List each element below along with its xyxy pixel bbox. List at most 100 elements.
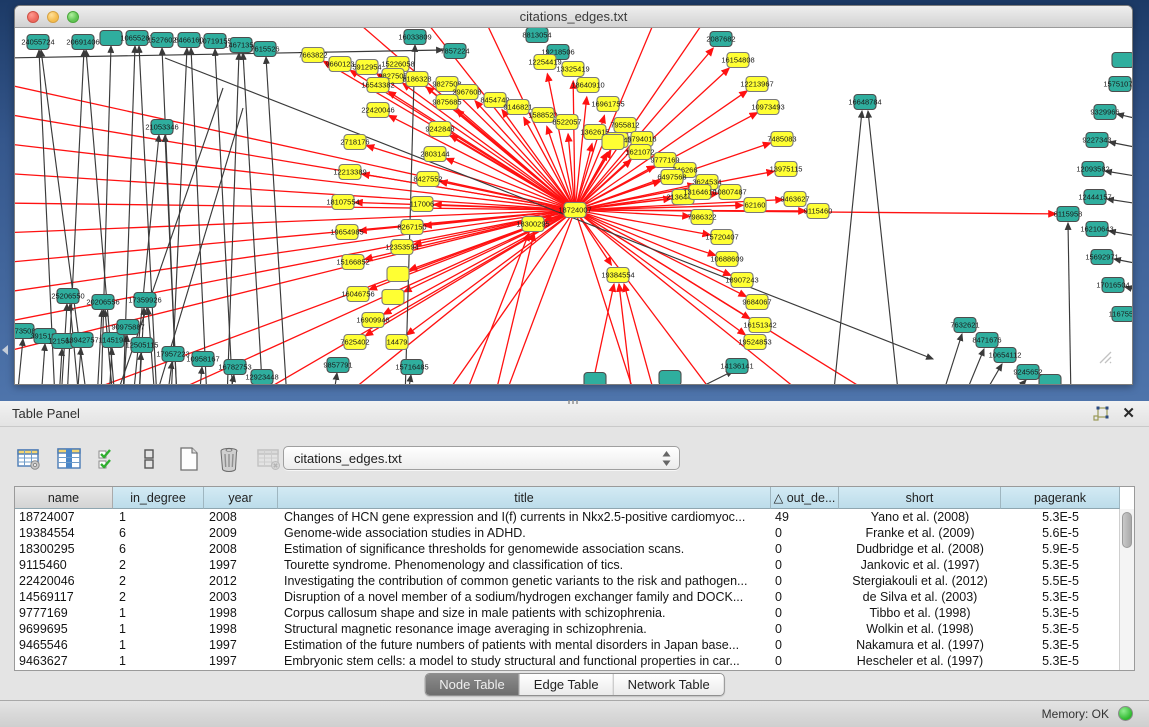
network-node[interactable]: 9857791 xyxy=(323,358,352,373)
network-node[interactable]: 7986322 xyxy=(687,210,716,225)
network-node[interactable]: 16154808 xyxy=(721,53,754,68)
table-row[interactable]: 911546021997Tourette syndrome. Phenomeno… xyxy=(15,557,1120,573)
cell-short[interactable]: Yano et al. (2008) xyxy=(839,509,1001,525)
network-node[interactable]: 17016504 xyxy=(1096,278,1129,293)
network-node[interactable]: 5912954 xyxy=(352,60,381,75)
cell-pagerank[interactable]: 5.6E-5 xyxy=(1001,525,1120,541)
tab-edge-table[interactable]: Edge Table xyxy=(520,674,614,695)
network-edge[interactable] xyxy=(590,284,614,384)
cell-out_de[interactable]: 0 xyxy=(771,621,839,637)
network-node[interactable]: 10654112 xyxy=(989,348,1022,363)
cell-name[interactable]: 22420046 xyxy=(15,573,113,589)
tab-network-table[interactable]: Network Table xyxy=(614,674,724,695)
network-node[interactable]: 20206556 xyxy=(86,295,119,310)
network-node[interactable]: 16961755 xyxy=(591,97,624,112)
network-node[interactable]: 117006 xyxy=(410,197,434,212)
network-edge[interactable] xyxy=(77,348,81,384)
table-row[interactable]: 969969511998Structural magnetic resonanc… xyxy=(15,621,1120,637)
network-node[interactable]: 10973493 xyxy=(751,100,784,115)
network-node[interactable]: 20691406 xyxy=(66,35,99,50)
cell-short[interactable]: Nakamura et al. (1997) xyxy=(839,637,1001,653)
network-window-titlebar[interactable]: citations_edges.txt xyxy=(15,6,1132,28)
cell-title[interactable]: Investigating the contribution of common… xyxy=(278,573,771,589)
network-node[interactable]: 12505115 xyxy=(126,338,159,353)
cell-out_de[interactable]: 0 xyxy=(771,557,839,573)
network-node[interactable] xyxy=(382,290,404,305)
cell-name[interactable]: 9699695 xyxy=(15,621,113,637)
network-node[interactable] xyxy=(584,373,606,385)
network-node[interactable] xyxy=(100,31,122,46)
network-node[interactable]: 1167553 xyxy=(1109,307,1132,322)
network-node[interactable]: 8471676 xyxy=(972,333,1001,348)
delete-column-button[interactable] xyxy=(214,444,244,474)
network-node[interactable]: 12444157 xyxy=(1078,190,1111,205)
cell-name[interactable]: 9465546 xyxy=(15,637,113,653)
cell-title[interactable]: Tourette syndrome. Phenomenology and cla… xyxy=(278,557,771,573)
network-node[interactable]: 16046756 xyxy=(341,287,374,302)
cell-pagerank[interactable]: 5.3E-5 xyxy=(1001,589,1120,605)
cell-title[interactable]: Estimation of significance thresholds fo… xyxy=(278,541,771,557)
close-panel-icon[interactable]: ✕ xyxy=(1122,404,1135,422)
table-select-dropdown[interactable]: citations_edges.txt xyxy=(283,446,680,470)
table-row[interactable]: 1938455462009Genome-wide association stu… xyxy=(15,525,1120,541)
network-node[interactable]: 7632621 xyxy=(950,318,979,333)
network-node[interactable]: 15166852 xyxy=(336,255,369,270)
network-node[interactable]: 17957223 xyxy=(156,347,189,362)
cell-year[interactable]: 2008 xyxy=(204,509,278,525)
cell-short[interactable]: Jankovic et al. (1997) xyxy=(839,557,1001,573)
network-node[interactable]: 1527602 xyxy=(147,33,176,48)
network-edge[interactable] xyxy=(981,364,1002,384)
network-node[interactable]: 13975115 xyxy=(770,162,803,177)
network-node[interactable]: 7857224 xyxy=(440,44,469,59)
network-node[interactable]: 10958167 xyxy=(186,352,219,367)
cell-in_degree[interactable]: 6 xyxy=(113,541,204,557)
network-edge[interactable] xyxy=(619,284,632,384)
network-node[interactable]: 14479 xyxy=(386,335,408,350)
network-node[interactable]: 18907243 xyxy=(725,273,758,288)
cell-pagerank[interactable]: 5.3E-5 xyxy=(1001,605,1120,621)
network-node[interactable]: 16648784 xyxy=(848,95,881,110)
selection-mode-button[interactable] xyxy=(94,444,124,474)
network-edge[interactable] xyxy=(407,210,575,335)
network-node[interactable]: 16909948 xyxy=(356,313,389,328)
network-edge[interactable] xyxy=(266,57,287,384)
column-header-pagerank[interactable]: pagerank xyxy=(1001,487,1120,509)
cell-out_de[interactable]: 0 xyxy=(771,605,839,621)
cell-in_degree[interactable]: 1 xyxy=(113,605,204,621)
network-node[interactable]: 25206550 xyxy=(51,289,84,304)
cell-name[interactable]: 18300295 xyxy=(15,541,113,557)
cell-year[interactable]: 2008 xyxy=(204,541,278,557)
network-node[interactable]: 19654985 xyxy=(330,225,363,240)
network-node[interactable]: 7663822 xyxy=(298,48,327,63)
network-node[interactable]: 15716485 xyxy=(395,360,428,375)
network-edge[interactable] xyxy=(15,50,443,58)
network-edge[interactable] xyxy=(963,349,984,384)
cell-title[interactable]: Corpus callosum shape and size in male p… xyxy=(278,605,771,621)
row-height-button[interactable] xyxy=(134,444,164,474)
memory-status-indicator-icon[interactable] xyxy=(1118,706,1133,721)
network-edge[interactable] xyxy=(59,349,62,384)
cell-year[interactable]: 1998 xyxy=(204,605,278,621)
cell-short[interactable]: Dudbridge et al. (2008) xyxy=(839,541,1001,557)
network-node[interactable]: 6497568 xyxy=(657,170,686,185)
cell-pagerank[interactable]: 5.9E-5 xyxy=(1001,541,1120,557)
cell-in_degree[interactable]: 2 xyxy=(113,589,204,605)
network-node[interactable]: 8427552 xyxy=(413,172,442,187)
network-node[interactable]: 2718176 xyxy=(340,135,369,150)
table-mode-button[interactable] xyxy=(14,444,44,474)
network-node[interactable]: 8522057 xyxy=(552,115,581,130)
network-edge[interactable] xyxy=(167,362,172,384)
cell-year[interactable]: 2003 xyxy=(204,589,278,605)
float-window-icon[interactable] xyxy=(1093,406,1109,422)
cell-year[interactable]: 1997 xyxy=(204,557,278,573)
cell-out_de[interactable]: 0 xyxy=(771,525,839,541)
network-canvas[interactable]: 2405572420691406106552871527602846616010… xyxy=(15,28,1132,384)
cell-name[interactable]: 18724007 xyxy=(15,509,113,525)
cell-in_degree[interactable]: 2 xyxy=(113,573,204,589)
resize-grip-icon[interactable] xyxy=(1098,350,1112,364)
network-node[interactable]: 12923448 xyxy=(245,370,278,385)
delete-table-button[interactable] xyxy=(254,444,284,474)
network-node[interactable]: 9463627 xyxy=(780,192,809,207)
table-row[interactable]: 946554611997Estimation of the future num… xyxy=(15,637,1120,653)
cell-year[interactable]: 2012 xyxy=(204,573,278,589)
